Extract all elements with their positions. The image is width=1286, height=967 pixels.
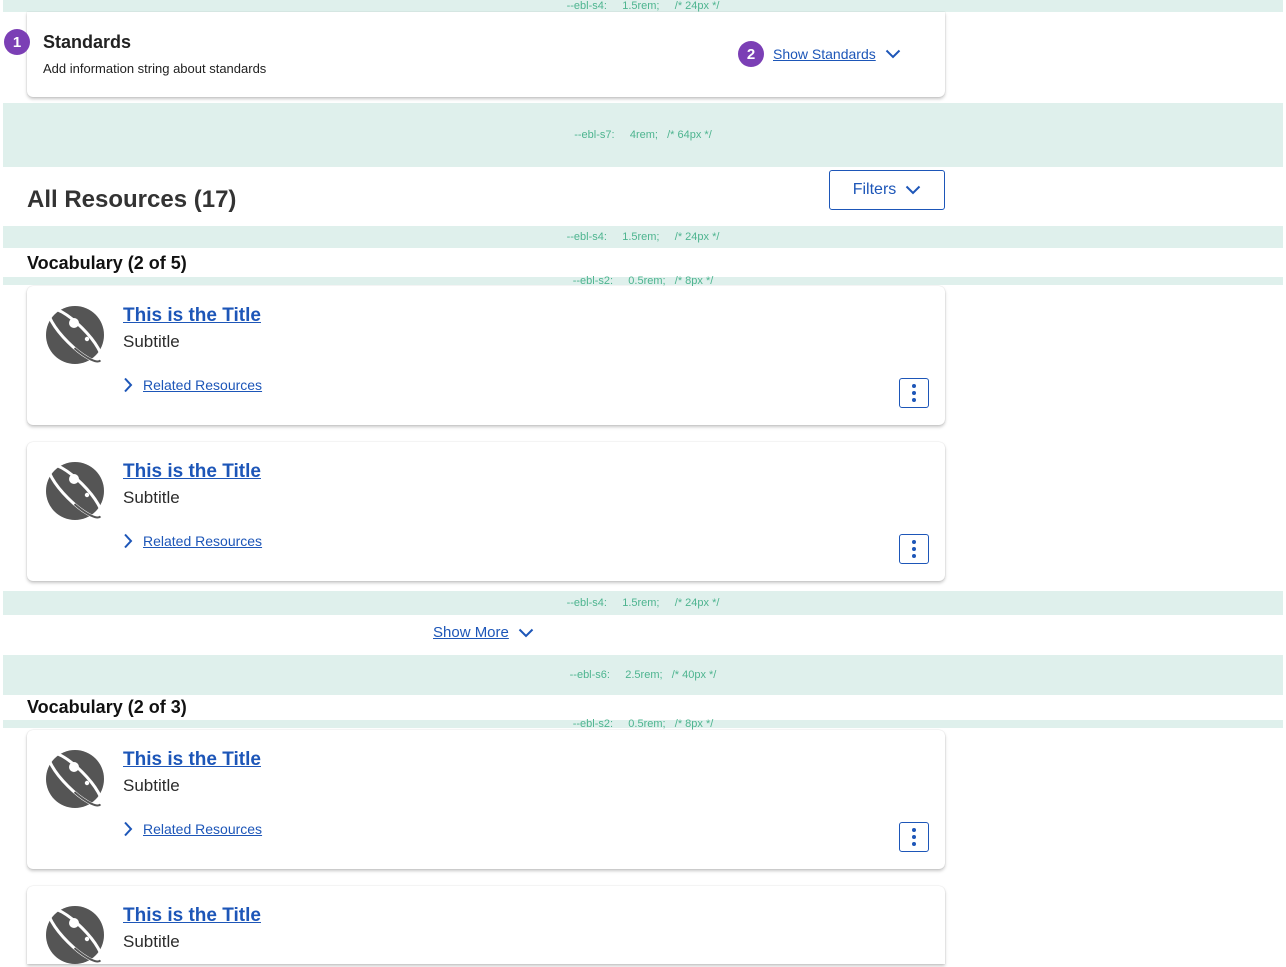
science-atom-icon — [46, 306, 104, 364]
spacer-s4: --ebl-s4: 1.5rem; /* 24px */ — [3, 226, 1283, 248]
spacer-s2: --ebl-s2: 0.5rem; /* 8px */ — [3, 275, 1283, 287]
spacer-s6: --ebl-s6: 2.5rem; /* 40px */ — [3, 655, 1283, 695]
standards-description: Add information string about standards — [43, 61, 267, 76]
related-resources-toggle[interactable]: Related Resources — [123, 533, 262, 549]
spacer-label: --ebl-s4: 1.5rem; /* 24px */ — [566, 0, 720, 12]
kebab-menu-icon — [912, 540, 916, 558]
science-atom-icon — [46, 462, 104, 520]
standards-card: Standards Add information string about s… — [27, 12, 945, 97]
show-standards-link[interactable]: Show Standards — [773, 46, 876, 62]
resource-title-link[interactable]: This is the Title — [123, 905, 261, 927]
annotation-marker-1: 1 — [4, 29, 30, 55]
more-options-button[interactable] — [899, 822, 929, 852]
filters-button[interactable]: Filters — [829, 170, 945, 210]
annotation-marker-2: 2 — [738, 41, 764, 67]
spacer-label: --ebl-s6: 2.5rem; /* 40px */ — [569, 669, 717, 681]
spacer-s4-top: --ebl-s4: 1.5rem; /* 24px */ — [3, 0, 1283, 12]
kebab-menu-icon — [912, 828, 916, 846]
show-standards-toggle[interactable]: Show Standards — [773, 46, 901, 62]
related-resources-link[interactable]: Related Resources — [143, 821, 262, 837]
related-resources-link[interactable]: Related Resources — [143, 533, 262, 549]
spacer-s2: --ebl-s2: 0.5rem; /* 8px */ — [3, 718, 1283, 730]
show-more-link[interactable]: Show More — [433, 624, 509, 641]
spacer-label: --ebl-s2: 0.5rem; /* 8px */ — [572, 718, 714, 730]
resource-title-link[interactable]: This is the Title — [123, 305, 261, 327]
chevron-down-icon — [885, 49, 900, 59]
more-options-button[interactable] — [899, 534, 929, 564]
resource-title-link[interactable]: This is the Title — [123, 461, 261, 483]
page-title: All Resources (17) — [27, 186, 237, 213]
spacer-s4: --ebl-s4: 1.5rem; /* 24px */ — [3, 591, 1283, 615]
resource-subtitle: Subtitle — [123, 932, 180, 951]
resource-subtitle: Subtitle — [123, 332, 180, 351]
kebab-menu-icon — [912, 384, 916, 402]
spacer-label: --ebl-s4: 1.5rem; /* 24px */ — [566, 597, 720, 609]
science-atom-icon — [46, 750, 104, 808]
spacer-s7: --ebl-s7: 4rem; /* 64px */ — [3, 103, 1283, 167]
section-title: Vocabulary (2 of 3) — [27, 697, 187, 717]
show-more-toggle[interactable]: Show More — [433, 624, 534, 641]
resource-subtitle: Subtitle — [123, 488, 180, 507]
spacer-label: --ebl-s7: 4rem; /* 64px */ — [574, 129, 712, 141]
resource-card: This is the Title Subtitle Related Resou… — [27, 730, 945, 869]
chevron-down-icon — [518, 628, 534, 637]
spacer-label: --ebl-s4: 1.5rem; /* 24px */ — [566, 231, 720, 243]
resource-card: This is the Title Subtitle Related Resou… — [27, 442, 945, 581]
filters-label: Filters — [852, 181, 897, 198]
more-options-button[interactable] — [899, 378, 929, 408]
chevron-down-icon — [906, 185, 921, 195]
related-resources-link[interactable]: Related Resources — [143, 377, 262, 393]
science-atom-icon — [46, 906, 104, 964]
resource-card: This is the Title Subtitle — [27, 886, 945, 964]
resource-card: This is the Title Subtitle Related Resou… — [27, 286, 945, 425]
resource-subtitle: Subtitle — [123, 776, 180, 795]
chevron-right-icon — [124, 533, 133, 549]
resource-title-link[interactable]: This is the Title — [123, 749, 261, 771]
related-resources-toggle[interactable]: Related Resources — [123, 377, 262, 393]
section-title: Vocabulary (2 of 5) — [27, 253, 187, 273]
related-resources-toggle[interactable]: Related Resources — [123, 821, 262, 837]
standards-title: Standards — [43, 32, 132, 52]
chevron-right-icon — [124, 821, 133, 837]
chevron-right-icon — [124, 377, 133, 393]
